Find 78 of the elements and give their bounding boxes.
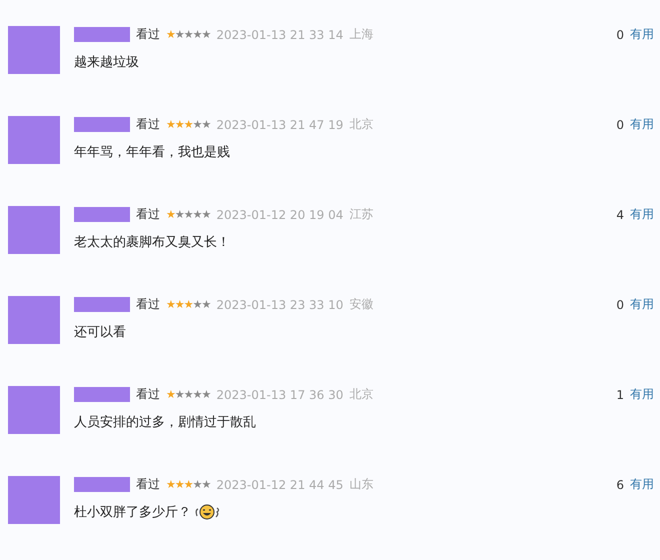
comment-location: 上海	[349, 26, 374, 43]
star-icon: ★	[166, 28, 175, 41]
star-icon: ★	[202, 388, 210, 401]
star-icon: ★	[192, 208, 202, 221]
star-icon: ★	[174, 298, 184, 311]
vote-count: 0	[616, 28, 624, 42]
star-icon: ★	[202, 208, 210, 221]
comment-text: 还可以看	[74, 324, 126, 341]
comment-time: 2023-01-13 23 33 10	[216, 298, 344, 312]
star-icon: ★	[184, 28, 193, 41]
star-icon: ★	[166, 298, 175, 311]
star-icon: ★	[184, 118, 193, 131]
star-icon: ★	[174, 388, 184, 401]
watch-status: 看过	[136, 26, 160, 43]
redacted-name	[74, 477, 130, 492]
redacted-name	[74, 27, 130, 42]
comment-time: 2023-01-13 21 33 14	[216, 28, 344, 42]
star-icon: ★	[166, 478, 175, 491]
star-icon: ★	[166, 208, 175, 221]
star-icon: ★	[192, 118, 202, 131]
vote-count: 1	[616, 388, 624, 402]
redacted-name	[74, 207, 130, 222]
avatar	[8, 116, 60, 164]
useful-link[interactable]: 有用	[630, 476, 654, 493]
comment-time: 2023-01-13 17 36 30	[216, 388, 344, 402]
vote-count: 0	[616, 118, 624, 132]
star-icon: ★	[192, 298, 202, 311]
redacted-name	[74, 297, 130, 312]
useful-link[interactable]: 有用	[630, 26, 654, 43]
avatar	[8, 296, 60, 344]
watch-status: 看过	[136, 476, 160, 493]
useful-link[interactable]: 有用	[630, 206, 654, 223]
star-icon: ★	[166, 388, 175, 401]
star-icon: ★	[202, 298, 210, 311]
comment-text: 越来越垃圾	[74, 54, 139, 71]
redacted-name	[74, 387, 130, 402]
star-icon: ★	[202, 118, 210, 131]
watch-status: 看过	[136, 206, 160, 223]
vote-count: 4	[616, 208, 624, 222]
star-icon: ★	[174, 28, 184, 41]
star-icon: ★	[184, 388, 193, 401]
avatar	[8, 386, 60, 434]
comment-text: 杜小双胖了多少斤？	[74, 504, 191, 521]
comment-location: 北京	[349, 386, 374, 403]
star-icon: ★	[202, 28, 210, 41]
comment-time: 2023-01-13 21 47 19	[216, 118, 344, 132]
redacted-name	[74, 117, 130, 132]
comment-text: 老太太的裹脚布又臭又长！	[74, 234, 230, 251]
comment-text: 人员安排的过多，剧情过于散乱	[74, 414, 256, 431]
vote-count: 6	[616, 478, 624, 492]
avatar	[8, 476, 60, 524]
star-icon: ★	[184, 298, 193, 311]
comment-location: 安徽	[349, 296, 374, 313]
useful-link[interactable]: 有用	[630, 386, 654, 403]
watch-status: 看过	[136, 296, 160, 313]
comment-location: 江苏	[349, 206, 374, 223]
comment-location: 山东	[349, 476, 374, 493]
star-icon: ★	[192, 478, 202, 491]
comment-time: 2023-01-12 20 19 04	[216, 208, 344, 222]
star-icon: ★	[174, 118, 184, 131]
avatar	[8, 206, 60, 254]
useful-link[interactable]: 有用	[630, 116, 654, 133]
useful-link[interactable]: 有用	[630, 296, 654, 313]
star-icon: ★	[184, 478, 193, 491]
star-icon: ★	[166, 118, 175, 131]
comment-location: 北京	[349, 116, 374, 133]
star-icon: ★	[174, 478, 184, 491]
vote-count: 0	[616, 298, 624, 312]
comment-text: 年年骂，年年看，我也是贱	[74, 144, 230, 161]
star-icon: ★	[174, 208, 184, 221]
star-icon: ★	[192, 28, 202, 41]
star-icon: ★	[202, 478, 210, 491]
watch-status: 看过	[136, 386, 160, 403]
watch-status: 看过	[136, 116, 160, 133]
avatar	[8, 26, 60, 74]
star-icon: ★	[192, 388, 202, 401]
comment-time: 2023-01-12 21 44 45	[216, 478, 344, 492]
star-icon: ★	[184, 208, 193, 221]
